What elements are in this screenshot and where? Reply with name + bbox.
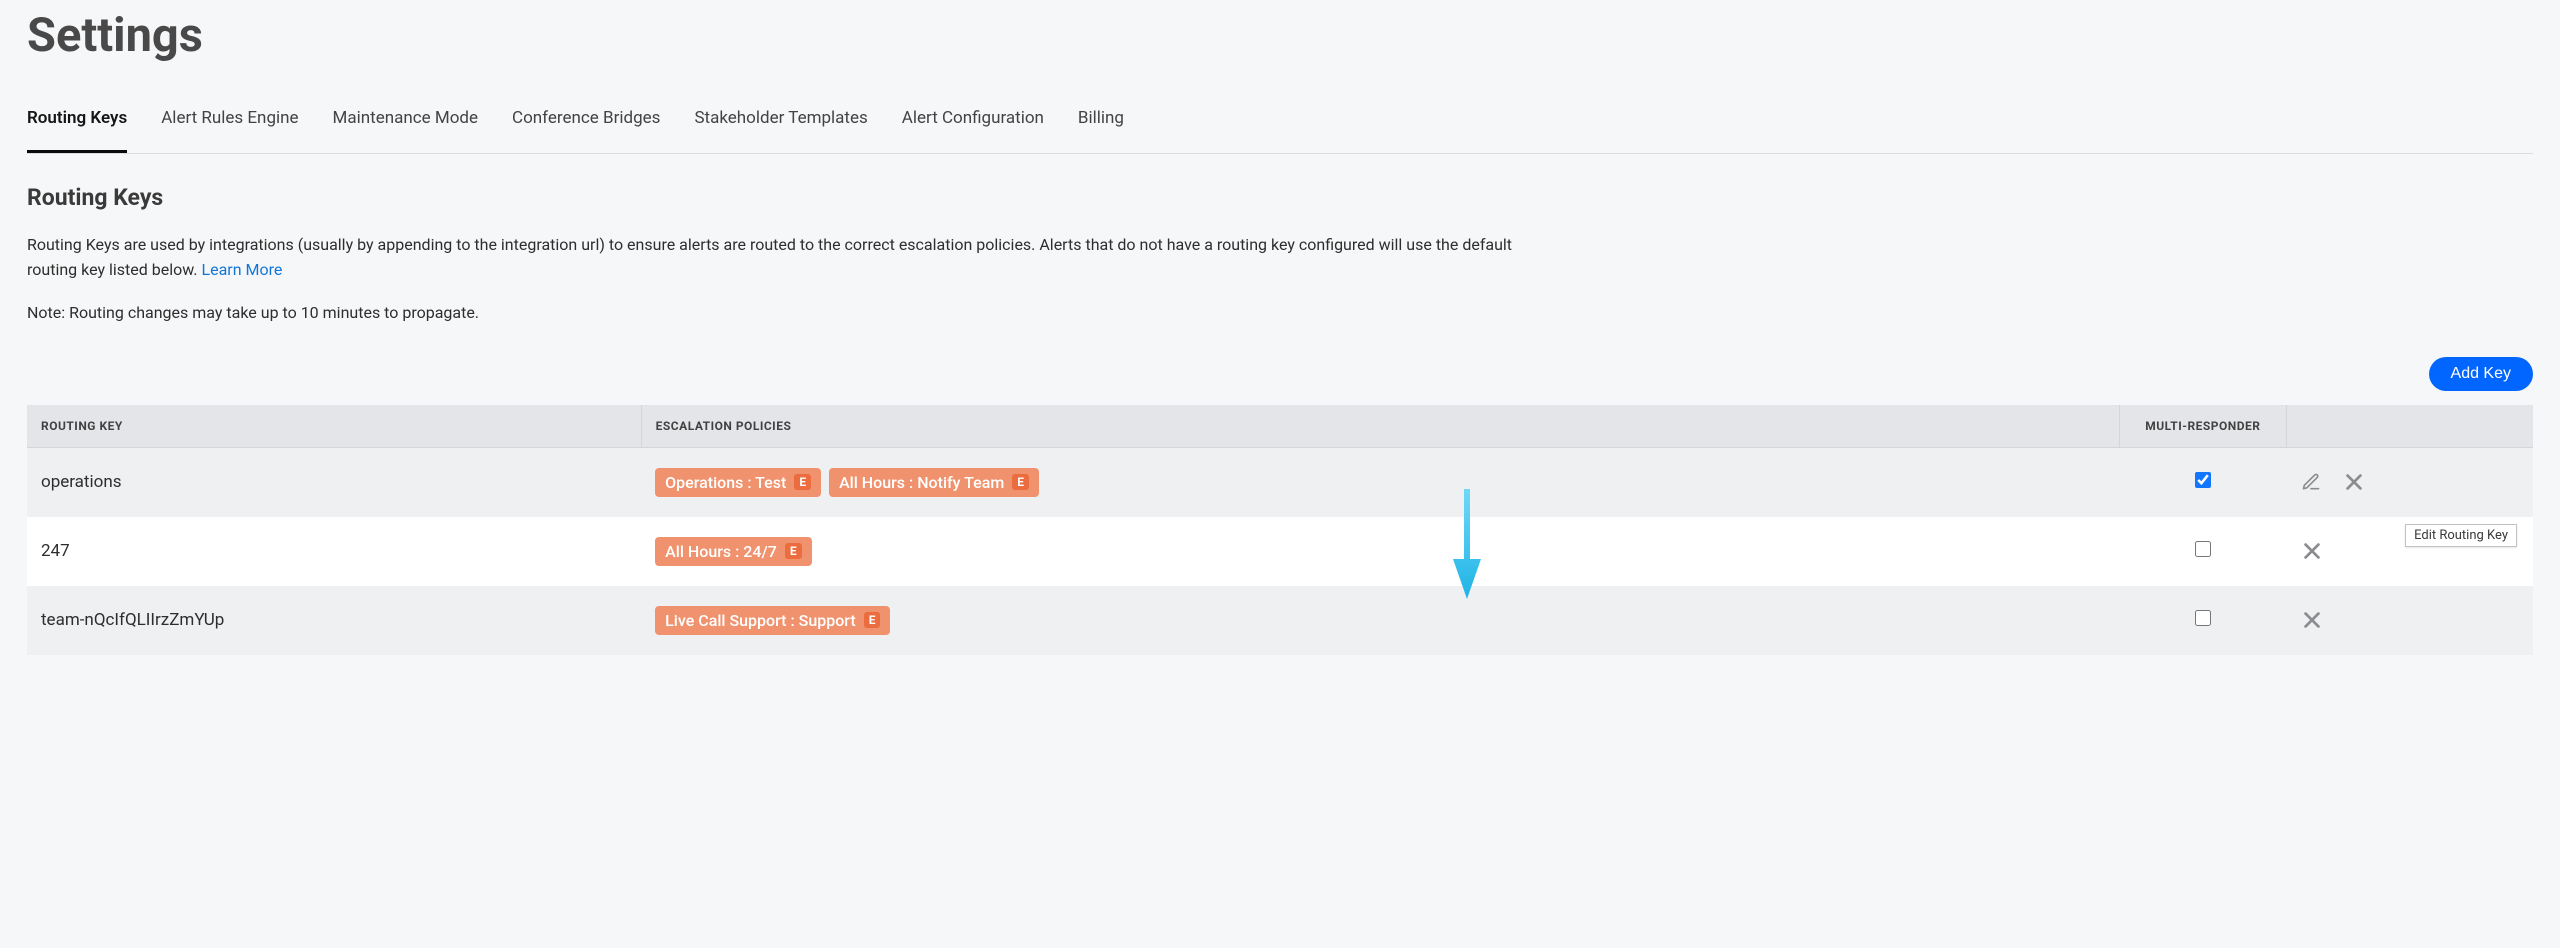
tab-routing-keys[interactable]: Routing Keys (27, 108, 127, 153)
add-key-button[interactable]: Add Key (2429, 357, 2533, 391)
policy-badge[interactable]: Live Call Support : Support E (655, 606, 890, 635)
cell-routing-key: 247 (27, 517, 641, 586)
delete-icon[interactable] (2343, 471, 2365, 493)
section-description: Routing Keys are used by integrations (u… (27, 233, 1547, 283)
cell-escalation-policies: Operations : TestEAll Hours : Notify Tea… (641, 447, 2119, 517)
cell-routing-key: operations (27, 447, 641, 517)
policy-chip: E (864, 612, 881, 628)
tab-conference-bridges[interactable]: Conference Bridges (512, 108, 660, 153)
th-escalation-policies: ESCALATION POLICIES (641, 405, 2119, 448)
tab-stakeholder-templates[interactable]: Stakeholder Templates (694, 108, 867, 153)
cell-actions (2287, 517, 2533, 586)
tabs-bar: Routing Keys Alert Rules Engine Maintenanc… (27, 108, 2533, 154)
action-icons (2301, 471, 2519, 493)
policy-label: Live Call Support : Support (665, 611, 856, 630)
policy-label: All Hours : 24/7 (665, 542, 777, 561)
multi-responder-checkbox[interactable] (2195, 472, 2211, 488)
tab-alert-rules-engine[interactable]: Alert Rules Engine (161, 108, 298, 153)
section-title: Routing Keys (27, 184, 2533, 211)
multi-responder-checkbox[interactable] (2195, 610, 2211, 626)
action-icons (2301, 609, 2519, 631)
cell-multi-responder (2119, 586, 2287, 655)
th-routing-key: ROUTING KEY (27, 405, 641, 448)
cell-actions: Edit Routing Key (2287, 447, 2533, 517)
propagation-note: Note: Routing changes may take up to 10 … (27, 303, 2533, 322)
policy-chip: E (1012, 474, 1029, 490)
cell-multi-responder (2119, 517, 2287, 586)
table-row: 247 All Hours : 24/7 E (27, 517, 2533, 586)
delete-icon[interactable] (2301, 540, 2323, 562)
cell-escalation-policies: All Hours : 24/7 E (641, 517, 2119, 586)
action-icons (2301, 540, 2519, 562)
delete-icon[interactable] (2301, 609, 2323, 631)
tab-billing[interactable]: Billing (1078, 108, 1124, 153)
policy-chip: E (785, 543, 802, 559)
cell-multi-responder (2119, 447, 2287, 517)
edit-icon[interactable] (2301, 472, 2321, 492)
th-actions (2287, 405, 2533, 448)
tab-maintenance-mode[interactable]: Maintenance Mode (333, 108, 478, 153)
routing-keys-table: ROUTING KEY ESCALATION POLICIES MULTI-RE… (27, 405, 2533, 655)
policy-chip: E (794, 474, 811, 490)
policy-badge[interactable]: Operations : Test E (655, 468, 821, 497)
policy-label: All Hours : Notify Team (839, 473, 1004, 492)
policy-label: Operations : Test (665, 473, 786, 492)
th-multi-responder: MULTI-RESPONDER (2119, 405, 2287, 448)
table-row: team-nQcIfQLIIrzZmYUp Live Call Support :… (27, 586, 2533, 655)
tab-alert-configuration[interactable]: Alert Configuration (902, 108, 1044, 153)
page-title: Settings (27, 8, 2533, 63)
cell-actions (2287, 586, 2533, 655)
cell-escalation-policies: Live Call Support : Support E (641, 586, 2119, 655)
learn-more-link[interactable]: Learn More (201, 260, 282, 279)
toolbar: Add Key (27, 357, 2533, 391)
cell-routing-key: team-nQcIfQLIIrzZmYUp (27, 586, 641, 655)
multi-responder-checkbox[interactable] (2195, 541, 2211, 557)
policy-badge[interactable]: All Hours : Notify Team E (829, 468, 1039, 497)
table-row: operationsOperations : TestEAll Hours : … (27, 447, 2533, 517)
policy-badge[interactable]: All Hours : 24/7 E (655, 537, 811, 566)
